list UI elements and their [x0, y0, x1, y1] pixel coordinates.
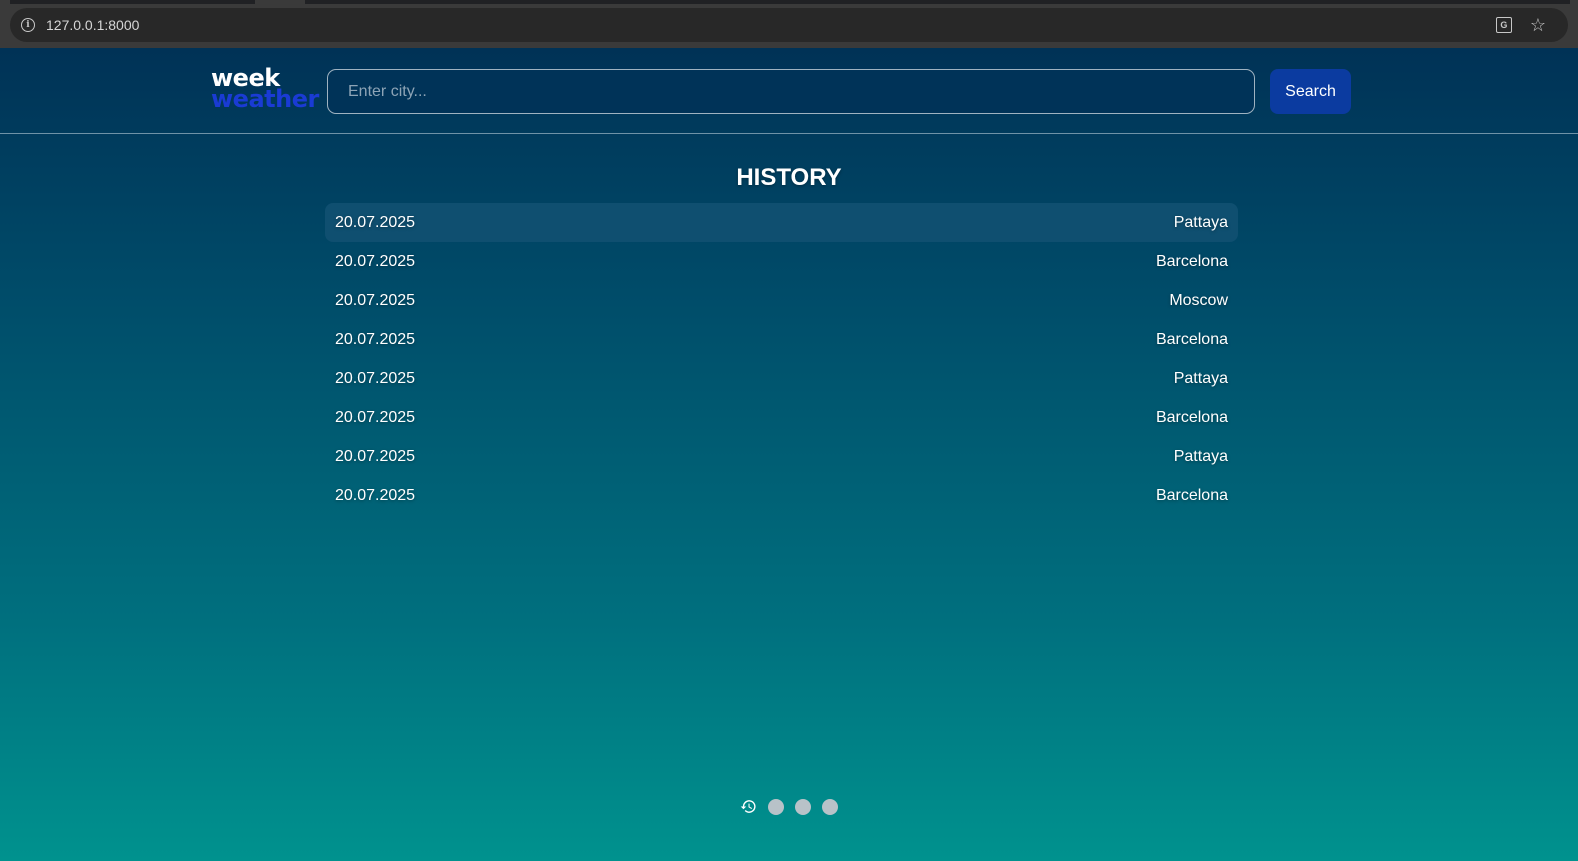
- history-date: 20.07.2025: [335, 252, 416, 270]
- logo-weather: weather: [211, 85, 319, 113]
- history-row[interactable]: 20.07.2025 Moscow: [325, 281, 1238, 320]
- history-date: 20.07.2025: [335, 213, 416, 231]
- history-city: Moscow: [1169, 291, 1228, 309]
- history-date: 20.07.2025: [335, 369, 416, 387]
- pager-dot[interactable]: [768, 798, 784, 815]
- page: week weather Search HISTORY 20.07.2025 Pa…: [0, 48, 1578, 861]
- url-text[interactable]: 127.0.0.1:8000: [46, 17, 139, 33]
- history-city: Barcelona: [1155, 486, 1228, 504]
- history-row[interactable]: 20.07.2025 Pattaya: [325, 359, 1238, 398]
- history-row[interactable]: 20.07.2025 Barcelona: [325, 320, 1238, 359]
- history-row[interactable]: 20.07.2025 Barcelona: [325, 398, 1238, 437]
- info-icon[interactable]: i: [21, 18, 35, 32]
- logo[interactable]: week weather: [211, 66, 319, 113]
- history-city: Barcelona: [1155, 408, 1228, 426]
- history-city: Pattaya: [1173, 447, 1228, 465]
- history-row[interactable]: 20.07.2025 Pattaya: [325, 203, 1238, 242]
- address-bar[interactable]: i 127.0.0.1:8000 G ☆: [10, 8, 1568, 42]
- history-date: 20.07.2025: [335, 330, 416, 348]
- history-list: 20.07.2025 Pattaya 20.07.2025 Barcelona 20.0…: [325, 203, 1238, 515]
- history-icon[interactable]: [740, 798, 757, 815]
- history-city: Barcelona: [1155, 252, 1228, 270]
- history-row[interactable]: 20.07.2025 Barcelona: [325, 242, 1238, 281]
- bookmark-star-icon[interactable]: ☆: [1530, 16, 1546, 34]
- history-date: 20.07.2025: [335, 291, 416, 309]
- pager-dot[interactable]: [795, 798, 811, 815]
- pager-dot[interactable]: [822, 798, 838, 815]
- history-city: Barcelona: [1155, 330, 1228, 348]
- history-title: HISTORY: [736, 164, 842, 191]
- translate-icon[interactable]: G: [1495, 17, 1512, 33]
- pager: [0, 798, 1578, 815]
- history-city: Pattaya: [1173, 213, 1228, 231]
- history-row[interactable]: 20.07.2025 Pattaya: [325, 437, 1238, 476]
- city-search-input[interactable]: [327, 69, 1255, 114]
- browser-toolbar: i 127.0.0.1:8000 G ☆: [0, 4, 1578, 48]
- search-button[interactable]: Search: [1270, 69, 1351, 114]
- address-bar-actions: G ☆: [1495, 8, 1546, 42]
- history-city: Pattaya: [1173, 369, 1228, 387]
- header: week weather Search: [0, 48, 1578, 134]
- history-row[interactable]: 20.07.2025 Barcelona: [325, 476, 1238, 515]
- history-date: 20.07.2025: [335, 408, 416, 426]
- history-date: 20.07.2025: [335, 486, 416, 504]
- history-date: 20.07.2025: [335, 447, 416, 465]
